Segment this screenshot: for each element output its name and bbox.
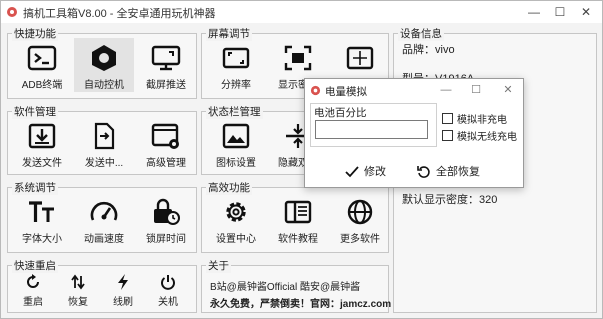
hexagon-icon [92,45,116,71]
group-system-adjust: 系统调节 字体大小 动画速度 锁屏时间 [7,180,197,253]
speedometer-icon [90,201,118,221]
about-social-text: B站@晨钟酱Official 酷安@晨钟酱 [210,282,361,293]
flash-icon [118,274,128,290]
lock-clock-icon [154,198,180,225]
fullscreen-icon [346,46,374,70]
software-tutorial-button[interactable]: 软件教程 [268,192,328,246]
restore-all-button[interactable]: 全部恢复 [417,163,480,181]
advanced-manage-label: 高级管理 [146,158,186,169]
dialog-title: 电量模拟 [325,86,367,98]
download-icon [28,123,56,149]
resolution-icon [222,47,250,69]
group-advanced-functions: 高效功能 设置中心 软件教程 更多软件 [201,180,390,253]
adb-terminal-button[interactable]: ADB终端 [12,38,72,92]
group-about: 关于 B站@晨钟酱Official 酷安@晨钟酱 永久免费，严禁倒卖！官网：ja… [201,258,392,313]
recovery-icon [71,274,85,290]
maximize-button[interactable]: ☐ [547,2,573,22]
settings-center-button[interactable]: 设置中心 [206,192,266,246]
group-title-reboot: 快速重启 [12,258,58,273]
app-logo-icon [310,85,321,96]
power-icon [161,275,175,290]
checkmark-icon [345,166,359,178]
simulate-not-charging-label: 模拟非充电 [457,115,507,126]
checkbox-box[interactable] [442,130,453,141]
send-file-button[interactable]: 发送文件 [12,116,72,170]
recovery-button[interactable]: 恢复 [57,272,99,312]
density-icon [284,45,312,71]
battery-simulation-dialog: 电量模拟 — ☐ ✕ 电池百分比 模拟非充电 模拟无线充电 修改 全部恢复 [304,78,524,188]
dialog-close-button[interactable]: ✕ [497,81,519,99]
globe-icon [347,199,373,225]
about-website-text: 永久免费，严禁倒卖！官网：jamcz.com [210,299,392,310]
simulate-wireless-checkbox[interactable]: 模拟无线充电 [442,128,517,143]
group-quick-reboot: 快速重启 重启 恢复 线刷 关机 [7,258,197,313]
device-default-density: 默认显示密度：320 [402,194,498,206]
font-size-button[interactable]: 字体大小 [12,192,72,246]
reboot-button[interactable]: 重启 [12,272,54,312]
group-title-device: 设备信息 [398,26,444,41]
screenshot-push-button[interactable]: 截屏推送 [136,38,196,92]
icon-settings-button[interactable]: 图标设置 [206,116,266,170]
checkbox-box[interactable] [442,113,453,124]
group-title-about: 关于 [206,258,231,273]
sending-button[interactable]: 发送中... [74,116,134,170]
restore-all-label: 全部恢复 [436,166,480,178]
lock-time-button[interactable]: 锁屏时间 [136,192,196,246]
screenshot-push-label: 截屏推送 [146,80,186,91]
window-title: 搞机工具箱V8.00 - 全安卓通用玩机神器 [23,8,216,20]
more-software-label: 更多软件 [340,234,380,245]
more-software-button[interactable]: 更多软件 [330,192,390,246]
advanced-manage-button[interactable]: 高级管理 [136,116,196,170]
modify-button[interactable]: 修改 [345,163,386,181]
auto-control-button[interactable]: 自动控机 [74,38,134,92]
shutdown-button[interactable]: 关机 [147,272,189,312]
battery-percent-input[interactable] [315,120,428,139]
title-bar: 搞机工具箱V8.00 - 全安卓通用玩机神器 — ☐ ✕ [1,1,602,23]
group-software-manage: 软件管理 发送文件 发送中... 高级管理 [7,104,197,175]
terminal-icon [27,45,57,71]
window-settings-icon [151,123,179,149]
lock-time-label: 锁屏时间 [146,234,186,245]
device-brand: 品牌：vivo [402,44,455,56]
book-icon [284,200,312,224]
close-button[interactable]: ✕ [573,2,599,22]
app-logo-icon [7,7,17,17]
dialog-maximize-button[interactable]: ☐ [465,81,487,99]
simulate-not-charging-checkbox[interactable]: 模拟非充电 [442,111,507,126]
monitor-icon [151,45,181,71]
battery-percent-label: 电池百分比 [313,105,368,120]
dialog-minimize-button[interactable]: — [435,81,457,99]
gear-icon [226,202,246,222]
modify-label: 修改 [364,166,386,178]
resolution-button[interactable]: 分辨率 [206,38,266,92]
shutdown-label: 关机 [158,297,178,308]
group-quick-functions: 快捷功能 ADB终端 自动控机 截屏推送 [7,26,197,99]
font-size-icon [29,201,54,222]
minimize-button[interactable]: — [521,2,547,22]
image-icon [222,123,250,149]
restore-icon [417,166,430,178]
fastboot-flash-button[interactable]: 线刷 [102,272,144,312]
animation-speed-button[interactable]: 动画速度 [74,192,134,246]
restart-icon [27,274,39,288]
simulate-wireless-label: 模拟无线充电 [457,132,517,143]
file-send-icon [94,122,115,150]
